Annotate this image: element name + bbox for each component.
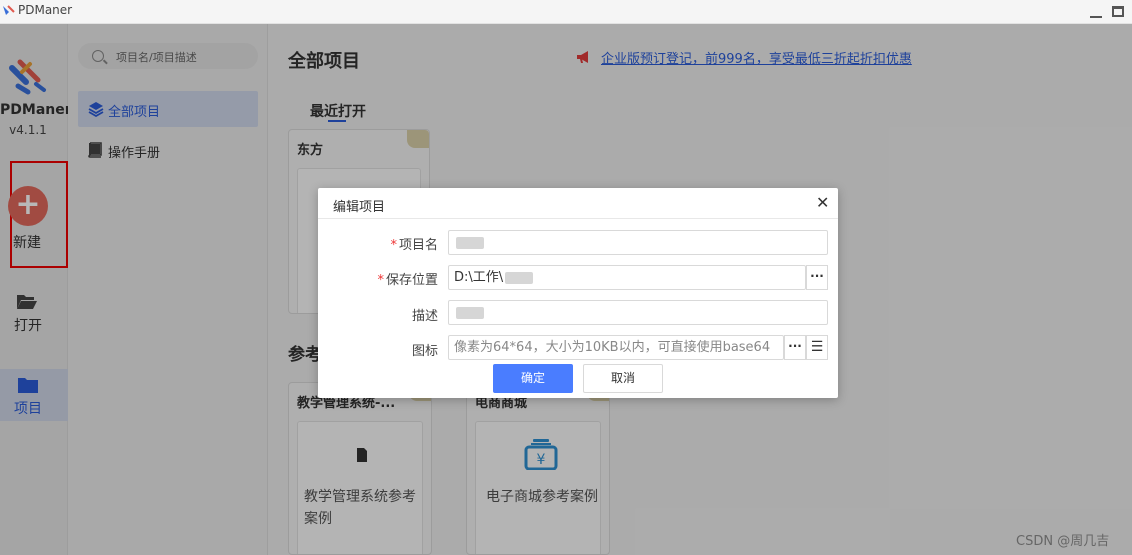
- redacted-text: [456, 306, 484, 319]
- watermark: CSDN @周几吉: [1016, 534, 1110, 549]
- project-name-field[interactable]: [448, 230, 828, 255]
- dialog-title: 编辑项目: [333, 200, 386, 215]
- icon-label: 图标: [411, 344, 438, 359]
- title-bar: PDManer: [0, 0, 1132, 24]
- minimize-button[interactable]: [1090, 6, 1102, 18]
- name-label: * 项目名: [390, 238, 438, 253]
- edit-project-dialog: 编辑项目 ✕ * 项目名 * 保存位置 D:\工作\ ··· 描述 图标 像素为64…: [318, 188, 838, 398]
- description-field[interactable]: [448, 300, 828, 325]
- browse-path-button[interactable]: ···: [806, 265, 828, 290]
- dialog-header: 编辑项目 ✕: [318, 188, 838, 219]
- maximize-button[interactable]: [1112, 6, 1124, 17]
- menu-icon[interactable]: ☰: [806, 335, 828, 360]
- app-logo-icon: [3, 5, 15, 15]
- browse-icon-button[interactable]: ···: [784, 335, 806, 360]
- path-label: * 保存位置: [377, 273, 438, 288]
- save-path-field[interactable]: D:\工作\: [448, 265, 806, 290]
- redacted-text: [456, 236, 484, 249]
- desc-label: 描述: [411, 309, 438, 324]
- confirm-button[interactable]: 确定: [493, 364, 573, 393]
- icon-field[interactable]: 像素为64*64，大小为10KB以内，可直接使用base64: [448, 335, 784, 360]
- redacted-text: [505, 271, 534, 284]
- window-title: PDManer: [18, 3, 73, 17]
- cancel-button[interactable]: 取消: [583, 364, 663, 393]
- close-icon[interactable]: ✕: [816, 193, 829, 212]
